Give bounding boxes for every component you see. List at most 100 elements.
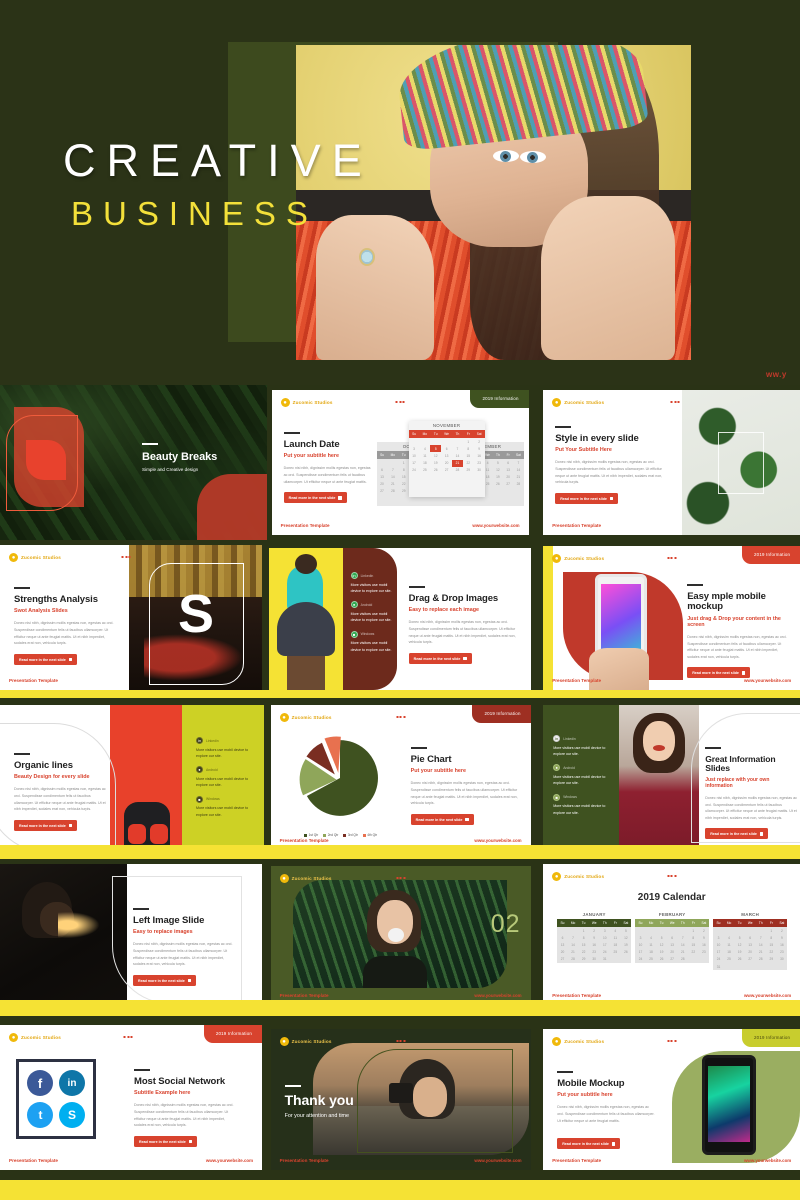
slide-cell-3[interactable]: ● Zucomic Studios Style in every slide P… <box>533 385 800 540</box>
read-more-button[interactable]: Read more in the next slide <box>408 653 472 664</box>
slide-launch-date[interactable]: ● Zucomic Studios 2019 Information Launc… <box>271 390 529 535</box>
slide-cell-15[interactable]: ● Zucomic Studios 2019 Information Mobil… <box>533 1005 800 1170</box>
skype-icon[interactable]: S <box>59 1102 85 1128</box>
slide7-title: Organic lines <box>14 760 73 771</box>
read-more-button[interactable]: Read more in the next slide <box>705 828 769 840</box>
read-more-button[interactable]: Read more in the next slide <box>555 493 619 504</box>
slide-cell-8[interactable]: ● Zucomic Studios 2019 Information 1st Q… <box>267 695 534 850</box>
slide13-logo[interactable]: ● Zucomic Studios <box>9 1033 61 1042</box>
slide-organic-lines[interactable]: Organic lines Beauty Design for every sl… <box>0 705 264 850</box>
slide2-footer-right: www.yourwebsite.com <box>472 523 520 528</box>
slide-section-02[interactable]: 02 ● Zucomic Studios Presentation Templa… <box>270 866 531 1005</box>
slide-mobile-mockup[interactable]: ● Zucomic Studios 2019 Information Mobil… <box>543 1029 800 1170</box>
slide-cell-2[interactable]: ● Zucomic Studios 2019 Information Launc… <box>267 385 534 540</box>
slide-cell-5[interactable]: in Linkedin More visitors use mobil devic… <box>267 540 534 695</box>
feature-item: in Linkedin More visitors use mobil devic… <box>350 572 397 594</box>
calendar-march: MARCH Su Mo Tu We Th Fr Sat 12 3456789 10 11 12 1… <box>713 910 788 971</box>
slide-cell-9[interactable]: in Linkedin More visitors use mobil devic… <box>533 695 800 850</box>
slide8-dots <box>396 716 406 718</box>
calendar-november: NOVEMBER Su Mo Tu We Th Fr Sat 12 3456789 10 11… <box>408 421 485 497</box>
read-more-button[interactable]: Read more in the next slide <box>557 1138 621 1150</box>
slide12-logo[interactable]: ● Zucomic Studios <box>552 872 604 881</box>
read-more-button[interactable]: Read more in the next slide <box>410 814 474 825</box>
slide-drag-drop[interactable]: in Linkedin More visitors use mobil devic… <box>268 548 531 690</box>
slide8-body: Donec nisi nibh, dignissim mollis egesta… <box>410 781 518 806</box>
slide-pie-chart[interactable]: ● Zucomic Studios 2019 Information 1st Q… <box>270 705 531 850</box>
slide10-body: Donec nisi nibh, dignissim mollis egesta… <box>133 942 233 967</box>
slide-beauty-breaks[interactable]: Beauty Breaks Simple and Creative design <box>0 385 267 540</box>
facebook-icon[interactable]: f <box>27 1070 53 1096</box>
slide15-body: Donec nisi nibh, dignissim mollis egesta… <box>557 1105 655 1123</box>
slide4-letter-s: S <box>177 584 214 644</box>
slide-2019-calendar[interactable]: ● Zucomic Studios 2019 Calendar JANUARY … <box>543 864 800 1005</box>
slide-style-every[interactable]: ● Zucomic Studios Style in every slide P… <box>543 390 800 535</box>
slide2-logo[interactable]: ● Zucomic Studios <box>280 398 333 407</box>
slide12-dots <box>667 875 677 877</box>
slide1-leaf-shape <box>26 440 66 480</box>
feature-label: Linkedin <box>563 736 576 741</box>
read-more-button[interactable]: Read more in the next slide <box>14 820 78 831</box>
slide-cell-10[interactable]: Left Image Slide Easy to replace images … <box>0 850 267 1005</box>
arrow-icon <box>68 823 73 828</box>
linkedin-icon[interactable]: in <box>59 1070 85 1096</box>
slide2-badge: 2019 Information <box>470 390 529 408</box>
slide4-dots <box>121 556 131 558</box>
slide6-dots <box>667 557 677 559</box>
slide-cell-6[interactable]: ● Zucomic Studios 2019 Information Easy … <box>533 540 800 695</box>
slide6-rule <box>687 584 704 586</box>
feature-text: More visitors use mobil device to explor… <box>553 745 606 756</box>
windows-icon: ■ <box>350 630 358 638</box>
slide2-footer-left: Presentation Template <box>280 523 330 528</box>
slide-great-info[interactable]: in Linkedin More visitors use mobil devic… <box>543 705 800 850</box>
slide7-shoe-right <box>150 824 168 844</box>
read-more-button[interactable]: Read more in the next slide <box>283 492 347 504</box>
slide-mobile-mockup-red[interactable]: ● Zucomic Studios 2019 Information Easy … <box>543 546 800 690</box>
feature-label: Windows <box>563 795 577 800</box>
slide-row-2: S ● Zucomic Studios Strengths Analysis S… <box>0 540 800 695</box>
slide4-logo[interactable]: ● Zucomic Studios <box>9 553 61 562</box>
feature-item: ● Android More visitors use mobil device … <box>350 601 397 623</box>
slide-social-network[interactable]: ● Zucomic Studios 2019 Information f in … <box>0 1025 262 1170</box>
slide-thank-you[interactable]: ● Zucomic Studios Thank you For your att… <box>270 1029 531 1170</box>
slide-cell-11[interactable]: 02 ● Zucomic Studios Presentation Templa… <box>267 850 534 1005</box>
slide-cell-13[interactable]: ● Zucomic Studios 2019 Information f in … <box>0 1005 267 1170</box>
feature-label: Windows <box>206 797 220 802</box>
slide14-logo[interactable]: ● Zucomic Studios <box>279 1037 332 1046</box>
slide6-logo[interactable]: ● Zucomic Studios <box>552 554 604 563</box>
slide5-subtitle: Easy to replace each image <box>408 607 480 614</box>
read-more-button[interactable]: Read more in the next slide <box>133 975 197 986</box>
twitter-icon[interactable]: t <box>27 1102 53 1128</box>
read-more-button[interactable]: Read more in the next slide <box>14 654 78 665</box>
slide-row-4: Left Image Slide Easy to replace images … <box>0 850 800 1005</box>
slide8-logo[interactable]: ● Zucomic Studios <box>279 713 332 722</box>
logo-icon: ● <box>552 398 562 407</box>
slide10-rule <box>133 908 149 910</box>
slide7-feature-list: in Linkedin More visitors use mobil devic… <box>196 737 254 818</box>
slide4-body: Donec nisi nibh, dignissim mollis egesta… <box>14 621 114 646</box>
read-more-button[interactable]: Read more in the next slide <box>687 667 751 679</box>
slide-cell-12[interactable]: ● Zucomic Studios 2019 Calendar JANUARY … <box>533 850 800 1005</box>
legend-item: 1st Qtr <box>304 833 318 837</box>
slide15-logo[interactable]: ● Zucomic Studios <box>552 1037 604 1046</box>
slide-cell-4[interactable]: S ● Zucomic Studios Strengths Analysis S… <box>0 540 267 695</box>
hero-text-block: CREATIVE BUSINESS <box>63 138 373 230</box>
slide-cell-7[interactable]: Organic lines Beauty Design for every sl… <box>0 695 267 850</box>
slide15-badge: 2019 Information <box>742 1029 800 1047</box>
slide-left-image[interactable]: Left Image Slide Easy to replace images … <box>0 864 262 1005</box>
read-more-button[interactable]: Read more in the next slide <box>134 1136 198 1147</box>
cal-jan-title: JANUARY <box>582 912 606 917</box>
slide5-yellow-photo <box>268 548 343 690</box>
slide13-footer-right: www.yourwebsite.com <box>205 1158 253 1163</box>
logo-icon: ● <box>552 554 562 563</box>
feature-item: ■ Windows More visitors use mobil device … <box>350 630 397 653</box>
arrow-icon <box>609 496 614 501</box>
slide-cell-14[interactable]: ● Zucomic Studios Thank you For your att… <box>267 1005 534 1170</box>
slide3-logo[interactable]: ● Zucomic Studios <box>552 398 604 407</box>
slide11-logo[interactable]: ● Zucomic Studios <box>279 874 332 883</box>
slide-cell-1[interactable]: Beauty Breaks Simple and Creative design <box>0 385 267 540</box>
social-icon-box: f in t S <box>16 1059 96 1139</box>
slide-strengths[interactable]: S ● Zucomic Studios Strengths Analysis S… <box>0 545 262 690</box>
feature-text: More visitors use mobil device to explor… <box>350 611 392 623</box>
photo-ring <box>359 247 376 266</box>
slide13-body: Donec nisi nibh, dignissim mollis egesta… <box>134 1103 234 1128</box>
